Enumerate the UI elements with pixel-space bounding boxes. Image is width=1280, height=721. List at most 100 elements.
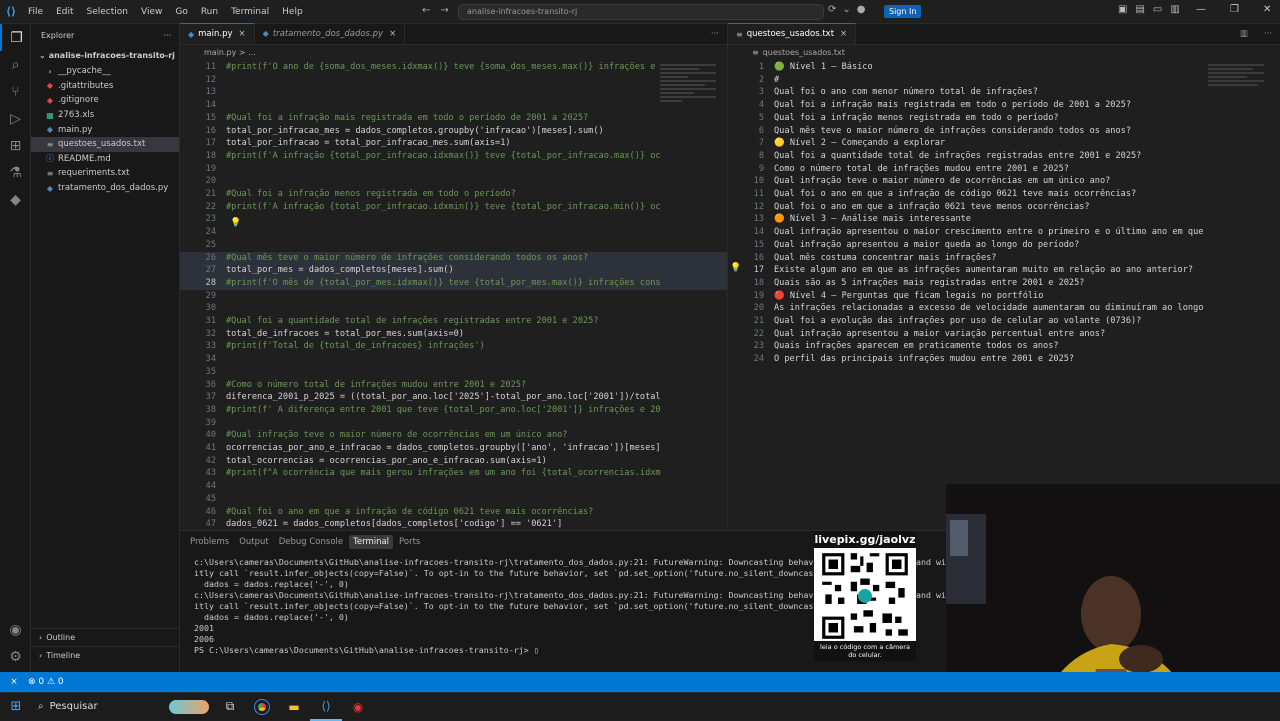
- code-line[interactable]: 22 #print(f'A infração {total_por_infraca…: [180, 201, 727, 214]
- code-line[interactable]: 20 As infrações relacionadas a excesso de…: [728, 302, 1280, 315]
- toggle-secondary-sidebar-icon[interactable]: ▥: [1170, 4, 1179, 15]
- outline-section[interactable]: › Outline: [31, 628, 180, 646]
- code-line[interactable]: 31 #Qual foi a quantidade total de infraç…: [180, 315, 727, 328]
- menu-edit[interactable]: Edit: [50, 4, 79, 20]
- code-line[interactable]: 26 #Qual mês teve o maior número de infra…: [180, 251, 727, 265]
- code-line[interactable]: 7 🟡 Nível 2 — Começando a explorar: [728, 137, 1280, 150]
- obs-icon[interactable]: ◉: [342, 693, 374, 721]
- account-icon[interactable]: ●: [857, 4, 866, 15]
- code-line[interactable]: 19: [180, 163, 727, 176]
- file-gitignore[interactable]: ◆ .gitignore: [31, 93, 179, 108]
- menu-view[interactable]: View: [135, 4, 168, 20]
- code-line[interactable]: 17 Existe algum ano em que as infrações a…: [728, 264, 1280, 277]
- code-line[interactable]: 23: [180, 213, 727, 226]
- file-requeriments[interactable]: ≡ requeriments.txt: [31, 166, 179, 181]
- chevron-down-icon[interactable]: ⌄: [842, 4, 850, 15]
- file-2763-xls[interactable]: ▦ 2763.xls: [31, 108, 179, 123]
- code-line[interactable]: 36 #Como o número total de infrações mudo…: [180, 379, 727, 392]
- problems-status[interactable]: ⊗ 0 ⚠ 0: [28, 677, 64, 687]
- code-line[interactable]: 21 Qual foi a evolução das infrações por …: [728, 315, 1280, 328]
- forward-arrow-icon[interactable]: →: [440, 5, 448, 16]
- file-questoes-usados[interactable]: ≡ questoes_usados.txt: [31, 136, 179, 152]
- code-line[interactable]: 39: [180, 417, 727, 430]
- code-line[interactable]: 45: [180, 493, 727, 506]
- code-line[interactable]: 33 #print(f'Total de {total_de_infracoes}…: [180, 340, 727, 353]
- code-line[interactable]: 38 #print(f' A diferença entre 2001 que t…: [180, 404, 727, 417]
- code-line[interactable]: 13: [180, 86, 727, 99]
- tab-problems[interactable]: Problems: [186, 535, 233, 549]
- news-widget-icon[interactable]: [164, 693, 214, 721]
- code-line[interactable]: 12: [180, 74, 727, 87]
- code-line[interactable]: 3 Qual foi o ano com menor número total d…: [728, 86, 1280, 99]
- code-line[interactable]: 43 #print(f"A ocorrência que mais gerou i…: [180, 467, 727, 480]
- lightbulb-icon[interactable]: 💡: [730, 263, 741, 273]
- code-line[interactable]: 14: [180, 99, 727, 112]
- code-line[interactable]: 16 Qual mês costuma concentrar mais infra…: [728, 252, 1280, 265]
- remote-icon[interactable]: ⨯: [0, 677, 28, 687]
- minimap[interactable]: [1208, 62, 1264, 112]
- command-center-search[interactable]: analise-infracoes-transito-rj: [458, 4, 824, 20]
- code-line[interactable]: 14 Qual infração apresentou o maior cresc…: [728, 226, 1280, 239]
- breadcrumb[interactable]: ≡ questoes_usados.txt: [728, 45, 1280, 60]
- minimap[interactable]: [660, 62, 716, 142]
- menu-terminal[interactable]: Terminal: [225, 4, 275, 20]
- code-line[interactable]: 37 diferenca_2001_p_2025 = ((total_por_an…: [180, 391, 727, 404]
- menu-run[interactable]: Run: [195, 4, 224, 20]
- back-arrow-icon[interactable]: ←: [422, 5, 430, 16]
- code-line[interactable]: 2 #: [728, 74, 1280, 87]
- file-explorer-icon[interactable]: ▬: [278, 693, 310, 721]
- code-line[interactable]: 6 Qual mês teve o maior número de infraçõ…: [728, 125, 1280, 138]
- code-line[interactable]: 15 Qual infração apresentou a maior queda…: [728, 239, 1280, 252]
- account-icon[interactable]: ◉: [0, 616, 31, 643]
- code-line[interactable]: 24 O perfil das principais infrações mudo…: [728, 353, 1280, 366]
- tab-main-py[interactable]: ◆ main.py ×: [180, 23, 255, 44]
- split-editor-icon[interactable]: ▥: [1232, 23, 1256, 44]
- testing-icon[interactable]: ⚗: [0, 159, 31, 186]
- tab-output[interactable]: Output: [235, 535, 273, 549]
- toggle-sidebar-icon[interactable]: ▤: [1135, 4, 1144, 15]
- copilot-icon[interactable]: ⟳: [828, 4, 836, 15]
- code-line[interactable]: 30: [180, 302, 727, 315]
- tab-ports[interactable]: Ports: [395, 535, 424, 549]
- menu-file[interactable]: File: [22, 4, 49, 20]
- code-line[interactable]: 18 Quais são as 5 infrações mais registra…: [728, 277, 1280, 290]
- close-icon[interactable]: ×: [389, 29, 396, 39]
- close-icon[interactable]: ×: [239, 29, 246, 39]
- code-line[interactable]: 29: [180, 290, 727, 303]
- code-line[interactable]: 25: [180, 239, 727, 252]
- toggle-panel-icon[interactable]: ▭: [1153, 4, 1162, 15]
- code-line[interactable]: 22 Qual infração apresentou a maior varia…: [728, 328, 1280, 341]
- more-actions-icon[interactable]: ···: [703, 23, 727, 44]
- close-icon[interactable]: ×: [840, 29, 847, 39]
- code-line[interactable]: 19 🔴 Nível 4 — Perguntas que ficam legais…: [728, 290, 1280, 303]
- explorer-icon[interactable]: ❐: [0, 24, 31, 51]
- task-view-icon[interactable]: ⧉: [214, 693, 246, 721]
- breadcrumb[interactable]: main.py > ...: [180, 45, 727, 60]
- code-line[interactable]: 10 Qual infração teve o maior número de o…: [728, 175, 1280, 188]
- python-icon[interactable]: ◆: [0, 186, 31, 213]
- windows-start-icon[interactable]: ⊞: [0, 693, 32, 721]
- code-line[interactable]: 32 total_de_infracoes = total_por_mes.sum…: [180, 328, 727, 341]
- file-readme[interactable]: ⓘ README.md: [31, 152, 179, 167]
- code-line[interactable]: 24: [180, 226, 727, 239]
- code-line[interactable]: 12 Qual foi o ano em que a infração 0621 …: [728, 201, 1280, 214]
- more-actions-icon[interactable]: ···: [1256, 23, 1280, 44]
- root-folder[interactable]: ⌄ analise-infracoes-transito-rj: [31, 46, 179, 64]
- tab-debug-console[interactable]: Debug Console: [275, 535, 347, 549]
- code-line[interactable]: 15 #Qual foi a infração mais registrada e…: [180, 112, 727, 125]
- code-line[interactable]: 23 Quais infrações aparecem em praticamen…: [728, 340, 1280, 353]
- menu-help[interactable]: Help: [276, 4, 309, 20]
- source-control-icon[interactable]: ⑂: [0, 78, 31, 105]
- code-line[interactable]: 4 Qual foi a infração mais registrada em …: [728, 99, 1280, 112]
- close-window-icon[interactable]: ✕: [1263, 4, 1271, 15]
- code-line[interactable]: 35: [180, 366, 727, 379]
- file-main-py[interactable]: ◆ main.py: [31, 122, 179, 137]
- extensions-icon[interactable]: ⊞: [0, 132, 31, 159]
- code-line[interactable]: 47 dados_0621 = dados_completos[dados_com…: [180, 518, 727, 531]
- code-line[interactable]: 11 Qual foi o ano em que a infração de có…: [728, 188, 1280, 201]
- code-line[interactable]: 13 🟠 Nível 3 — Análise mais interessante: [728, 213, 1280, 226]
- timeline-section[interactable]: › Timeline: [31, 646, 180, 664]
- tab-questoes[interactable]: ≡ questoes_usados.txt ×: [728, 23, 857, 44]
- code-line[interactable]: 16 total_por_infracao_mes = dados_complet…: [180, 125, 727, 138]
- code-line[interactable]: 17 total_por_infracao = total_por_infraca…: [180, 137, 727, 150]
